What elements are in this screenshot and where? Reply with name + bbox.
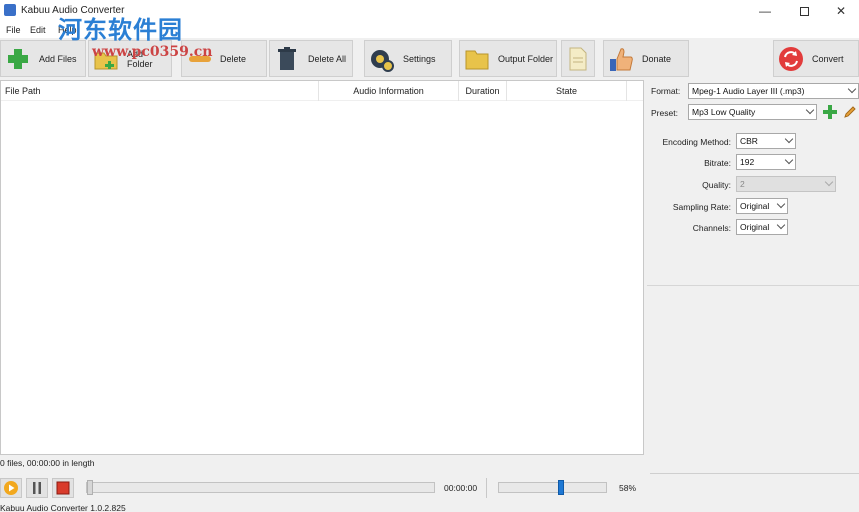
column-duration[interactable]: Duration: [459, 81, 507, 101]
chevron-down-icon: [776, 220, 786, 230]
chevron-down-icon: [847, 84, 857, 94]
chevron-down-icon: [805, 105, 815, 115]
settings-divider: [647, 285, 859, 286]
right-bottom-divider: [650, 473, 859, 474]
channels-select[interactable]: Original: [736, 219, 788, 235]
app-icon: [4, 4, 16, 16]
volume-handle[interactable]: [557, 480, 564, 495]
open-folder-icon: [569, 47, 587, 70]
add-files-icon: [8, 48, 28, 69]
add-files-button[interactable]: Add Files: [0, 40, 86, 77]
minimize-icon: —: [759, 4, 771, 18]
maximize-button[interactable]: [785, 0, 823, 22]
quality-label: Quality:: [702, 180, 731, 190]
chevron-down-icon: [824, 177, 834, 187]
convert-button[interactable]: Convert: [773, 40, 859, 77]
stop-button[interactable]: [52, 478, 74, 498]
bitrate-value: 192: [740, 157, 755, 167]
play-button[interactable]: [0, 478, 22, 498]
convert-icon: [779, 46, 803, 71]
output-folder-icon: [465, 50, 489, 69]
encoding-method-value: CBR: [740, 136, 758, 146]
app-version-status: Kabuu Audio Converter 1.0.2.825: [0, 504, 126, 512]
preset-select[interactable]: Mp3 Low Quality: [688, 104, 817, 120]
channels-label: Channels:: [692, 223, 731, 233]
donate-label: Donate: [642, 53, 672, 64]
seek-handle[interactable]: [87, 480, 93, 495]
settings-icon: [371, 49, 394, 72]
maximize-icon: [799, 6, 809, 16]
file-list-header: File Path Audio Information Duration Sta…: [1, 81, 643, 101]
watermark-text: 河东软件园: [58, 16, 183, 44]
close-icon: ✕: [835, 4, 847, 18]
preset-value: Mp3 Low Quality: [692, 107, 756, 117]
donate-button[interactable]: Donate: [603, 40, 689, 77]
delete-label: Delete: [220, 53, 247, 64]
edit-preset-icon: [844, 106, 856, 118]
settings-button[interactable]: Settings: [364, 40, 452, 77]
bitrate-label: Bitrate:: [704, 158, 731, 168]
play-icon: [4, 481, 18, 495]
stop-icon: [56, 481, 70, 495]
open-folder-button[interactable]: [561, 40, 595, 77]
quality-select: 2: [736, 176, 836, 192]
close-button[interactable]: ✕: [822, 0, 859, 22]
preset-label: Preset:: [651, 108, 678, 118]
settings-panel: Format: Mpeg-1 Audio Layer III (.mp3) Pr…: [647, 80, 859, 285]
encoding-method-select[interactable]: CBR: [736, 133, 796, 149]
volume-percent: 58%: [619, 483, 637, 493]
player-separator: [486, 478, 487, 498]
chevron-down-icon: [784, 134, 794, 144]
watermark-url: www.pc0359.cn: [92, 44, 213, 60]
format-label: Format:: [651, 86, 681, 96]
donate-icon: [610, 47, 633, 71]
quality-value: 2: [740, 179, 745, 189]
convert-label: Convert: [812, 53, 844, 64]
add-preset-icon: [823, 105, 837, 119]
playback-time: 00:00:00: [444, 483, 478, 493]
column-audio-information[interactable]: Audio Information: [319, 81, 459, 101]
column-file-path[interactable]: File Path: [5, 81, 319, 101]
channels-value: Original: [740, 222, 770, 232]
column-state[interactable]: State: [507, 81, 627, 101]
file-list[interactable]: File Path Audio Information Duration Sta…: [0, 80, 644, 455]
delete-all-label: Delete All: [308, 53, 347, 64]
sampling-rate-label: Sampling Rate:: [672, 202, 731, 212]
sampling-rate-select[interactable]: Original: [736, 198, 788, 214]
delete-all-button[interactable]: Delete All: [269, 40, 353, 77]
output-folder-button[interactable]: Output Folder: [459, 40, 557, 77]
add-files-label: Add Files: [39, 53, 77, 64]
edit-preset-button[interactable]: [842, 104, 858, 120]
encoding-method-label: Encoding Method:: [662, 137, 731, 147]
format-select[interactable]: Mpeg-1 Audio Layer III (.mp3): [688, 83, 859, 99]
sampling-rate-value: Original: [740, 201, 770, 211]
pause-icon: [33, 482, 41, 494]
add-preset-button[interactable]: [822, 104, 838, 120]
menu-edit[interactable]: Edit: [30, 25, 46, 35]
volume-slider[interactable]: [498, 480, 607, 495]
delete-all-icon: [278, 46, 296, 70]
chevron-down-icon: [776, 199, 786, 209]
format-value: Mpeg-1 Audio Layer III (.mp3): [692, 86, 805, 96]
settings-label: Settings: [403, 53, 436, 64]
output-folder-label: Output Folder: [498, 53, 554, 64]
bitrate-select[interactable]: 192: [736, 154, 796, 170]
minimize-button[interactable]: —: [746, 0, 784, 22]
seek-slider[interactable]: [86, 480, 435, 495]
menu-file[interactable]: File: [6, 25, 21, 35]
pause-button[interactable]: [26, 478, 48, 498]
player-bar: 00:00:00 58%: [0, 476, 644, 500]
chevron-down-icon: [784, 155, 794, 165]
files-summary: 0 files, 00:00:00 in length: [0, 458, 95, 468]
